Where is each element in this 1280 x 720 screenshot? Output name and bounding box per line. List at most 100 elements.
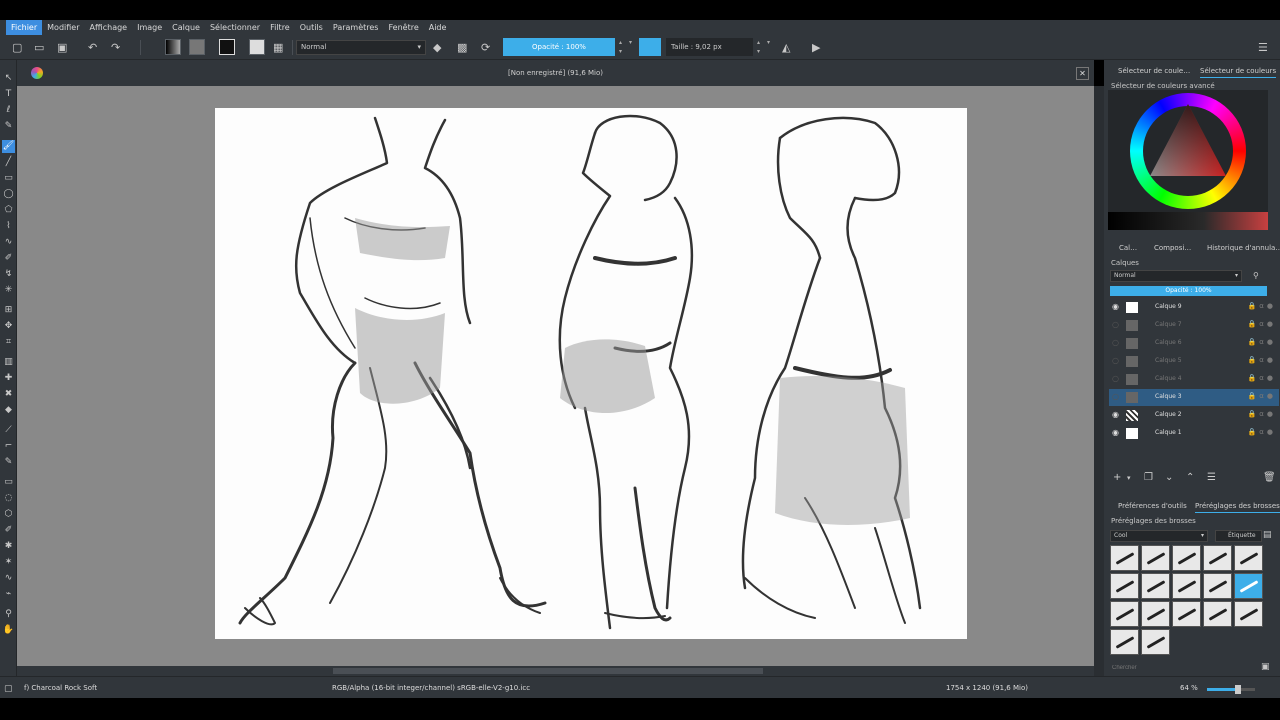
menu-item-6[interactable]: Filtre: [265, 20, 295, 35]
layer-blend-select[interactable]: Normal ▾: [1110, 270, 1242, 282]
move-layer-up-icon[interactable]: ⌃: [1186, 472, 1194, 483]
layer-row[interactable]: ○ Calque 7 🔒α●: [1109, 317, 1279, 334]
brush-preset[interactable]: [1234, 573, 1263, 599]
gradient-icon[interactable]: ▥: [2, 356, 15, 369]
brush-preset[interactable]: [1141, 629, 1170, 655]
move-layer-down-icon[interactable]: ⌄: [1165, 472, 1173, 483]
brush-preset[interactable]: [1141, 573, 1170, 599]
eye-icon[interactable]: ◉: [1112, 302, 1121, 311]
reload-preset-icon[interactable]: ⟳: [481, 38, 490, 56]
brush-preset[interactable]: [1110, 573, 1139, 599]
tab-brush-presets[interactable]: Préréglages des brosses: [1195, 502, 1280, 513]
brush-preset[interactable]: [1110, 545, 1139, 571]
pattern-swatch-icon[interactable]: [189, 38, 205, 56]
pen-icon[interactable]: ✎: [2, 120, 15, 133]
add-layer-dropdown-icon[interactable]: ▾: [1127, 474, 1131, 482]
mirror-vertical-icon[interactable]: ▶: [812, 38, 820, 56]
menu-item-2[interactable]: Affichage: [85, 20, 133, 35]
calligraphy-icon[interactable]: ℓ: [2, 104, 15, 117]
brush-preset[interactable]: [1234, 545, 1263, 571]
eye-closed-icon[interactable]: ○: [1112, 392, 1121, 401]
layer-row[interactable]: ○ Calque 6 🔒α●: [1109, 335, 1279, 352]
layer-lock-alpha-icons[interactable]: 🔒α●: [1248, 320, 1276, 328]
gradient-swatch-icon[interactable]: [165, 38, 181, 56]
reference-icon[interactable]: ✎: [2, 456, 15, 469]
opacity-dropdown-icon[interactable]: ▾: [626, 38, 635, 56]
rect-select-icon[interactable]: ▭: [2, 476, 15, 489]
menu-item-9[interactable]: Fenêtre: [383, 20, 423, 35]
move-icon[interactable]: ✥: [2, 320, 15, 333]
tab-undo-history[interactable]: Historique d'annula…: [1207, 244, 1280, 252]
menu-item-5[interactable]: Sélectionner: [205, 20, 265, 35]
layer-lock-alpha-icons[interactable]: 🔒α●: [1248, 392, 1276, 400]
eraser-mode-icon[interactable]: ◆: [433, 38, 441, 56]
brush-editor-icon[interactable]: ▦: [273, 38, 283, 56]
filter-icon[interactable]: ⚲: [1253, 268, 1259, 282]
advanced-color-selector[interactable]: [1108, 90, 1268, 230]
layer-row[interactable]: ○ Calque 5 🔒α●: [1109, 353, 1279, 370]
tag-button[interactable]: Étiquette: [1215, 530, 1262, 542]
eye-icon[interactable]: ◉: [1112, 428, 1121, 437]
assistant-icon[interactable]: ⟋: [2, 424, 15, 437]
menu-item-1[interactable]: Modifier: [42, 20, 84, 35]
drawing-canvas[interactable]: [215, 108, 967, 639]
brush-preset[interactable]: [1141, 601, 1170, 627]
eye-closed-icon[interactable]: ○: [1112, 356, 1121, 365]
brush-color-swatch[interactable]: [639, 38, 661, 56]
text-icon[interactable]: T: [2, 88, 15, 101]
layer-lock-alpha-icons[interactable]: 🔒α●: [1248, 410, 1276, 418]
brush-preset[interactable]: [1234, 601, 1263, 627]
zoom-slider[interactable]: [1207, 685, 1255, 694]
contiguous-select-icon[interactable]: ✱: [2, 540, 15, 553]
horizontal-scrollbar[interactable]: [17, 666, 1094, 676]
eye-closed-icon[interactable]: ○: [1112, 374, 1121, 383]
color-picker-icon[interactable]: ✚: [2, 372, 15, 385]
bezier-icon[interactable]: ∿: [2, 236, 15, 249]
layer-lock-alpha-icons[interactable]: 🔒α●: [1248, 374, 1276, 382]
layer-properties-icon[interactable]: ☰: [1207, 472, 1216, 483]
polyline-icon[interactable]: ⌇: [2, 220, 15, 233]
redo-icon[interactable]: ↷: [111, 38, 120, 56]
layer-opacity-slider[interactable]: Opacité : 100%: [1110, 286, 1267, 296]
polygon-icon[interactable]: ⬠: [2, 204, 15, 217]
layer-lock-alpha-icons[interactable]: 🔒α●: [1248, 338, 1276, 346]
zoom-icon[interactable]: ⚲: [2, 608, 15, 621]
size-dropdown-icon[interactable]: ▾: [764, 38, 773, 56]
brush-preset[interactable]: [1203, 573, 1232, 599]
open-document-icon[interactable]: ▭: [34, 38, 44, 56]
eye-icon[interactable]: ◉: [1112, 410, 1121, 419]
crop-icon[interactable]: ⌗: [2, 336, 15, 349]
brush-search-input[interactable]: [1110, 662, 1255, 674]
brush-preset[interactable]: [1172, 601, 1201, 627]
eye-closed-icon[interactable]: ○: [1112, 338, 1121, 347]
fg-bg-color-icon[interactable]: [219, 38, 235, 56]
eye-closed-icon[interactable]: ○: [1112, 320, 1121, 329]
brush-preset[interactable]: [1110, 629, 1139, 655]
brush-preset[interactable]: [1203, 545, 1232, 571]
brush-preset[interactable]: [1172, 545, 1201, 571]
tab-tool-options[interactable]: Préférences d'outils: [1118, 502, 1187, 510]
canvas-area[interactable]: [Non enregistré] (91,6 Mio) ✕: [17, 60, 1094, 676]
brush-preset[interactable]: [1110, 601, 1139, 627]
bezier-select-icon[interactable]: ∿: [2, 572, 15, 585]
vertical-scrollbar[interactable]: [1094, 86, 1104, 676]
layer-row[interactable]: ○ Calque 4 🔒α●: [1109, 371, 1279, 388]
brush-size-slider[interactable]: Taille : 9,02 px: [666, 38, 753, 56]
layer-row[interactable]: ○ Calque 3 🔒α●: [1109, 389, 1279, 406]
color-history-strip[interactable]: [1108, 212, 1268, 230]
zoom-slider-knob[interactable]: [1234, 685, 1241, 694]
menu-item-0[interactable]: Fichier: [6, 20, 43, 35]
ellipse-select-icon[interactable]: ◌: [2, 492, 15, 505]
measure-icon[interactable]: ⌐: [2, 440, 15, 453]
layer-row[interactable]: ◉ Calque 9 🔒α●: [1109, 299, 1279, 316]
similar-select-icon[interactable]: ✶: [2, 556, 15, 569]
menu-item-10[interactable]: Aide: [424, 20, 452, 35]
line-icon[interactable]: ╱: [2, 156, 15, 169]
brush-tag-select[interactable]: Cool ▾: [1110, 530, 1208, 542]
preserve-alpha-icon[interactable]: ▩: [457, 38, 467, 56]
mirror-horizontal-icon[interactable]: ◭: [782, 38, 790, 56]
ellipse-icon[interactable]: ◯: [2, 188, 15, 201]
multibrush-icon[interactable]: ✳: [2, 284, 15, 297]
freehand-select-icon[interactable]: ✐: [2, 524, 15, 537]
brush-icon[interactable]: 🖌: [2, 140, 15, 153]
